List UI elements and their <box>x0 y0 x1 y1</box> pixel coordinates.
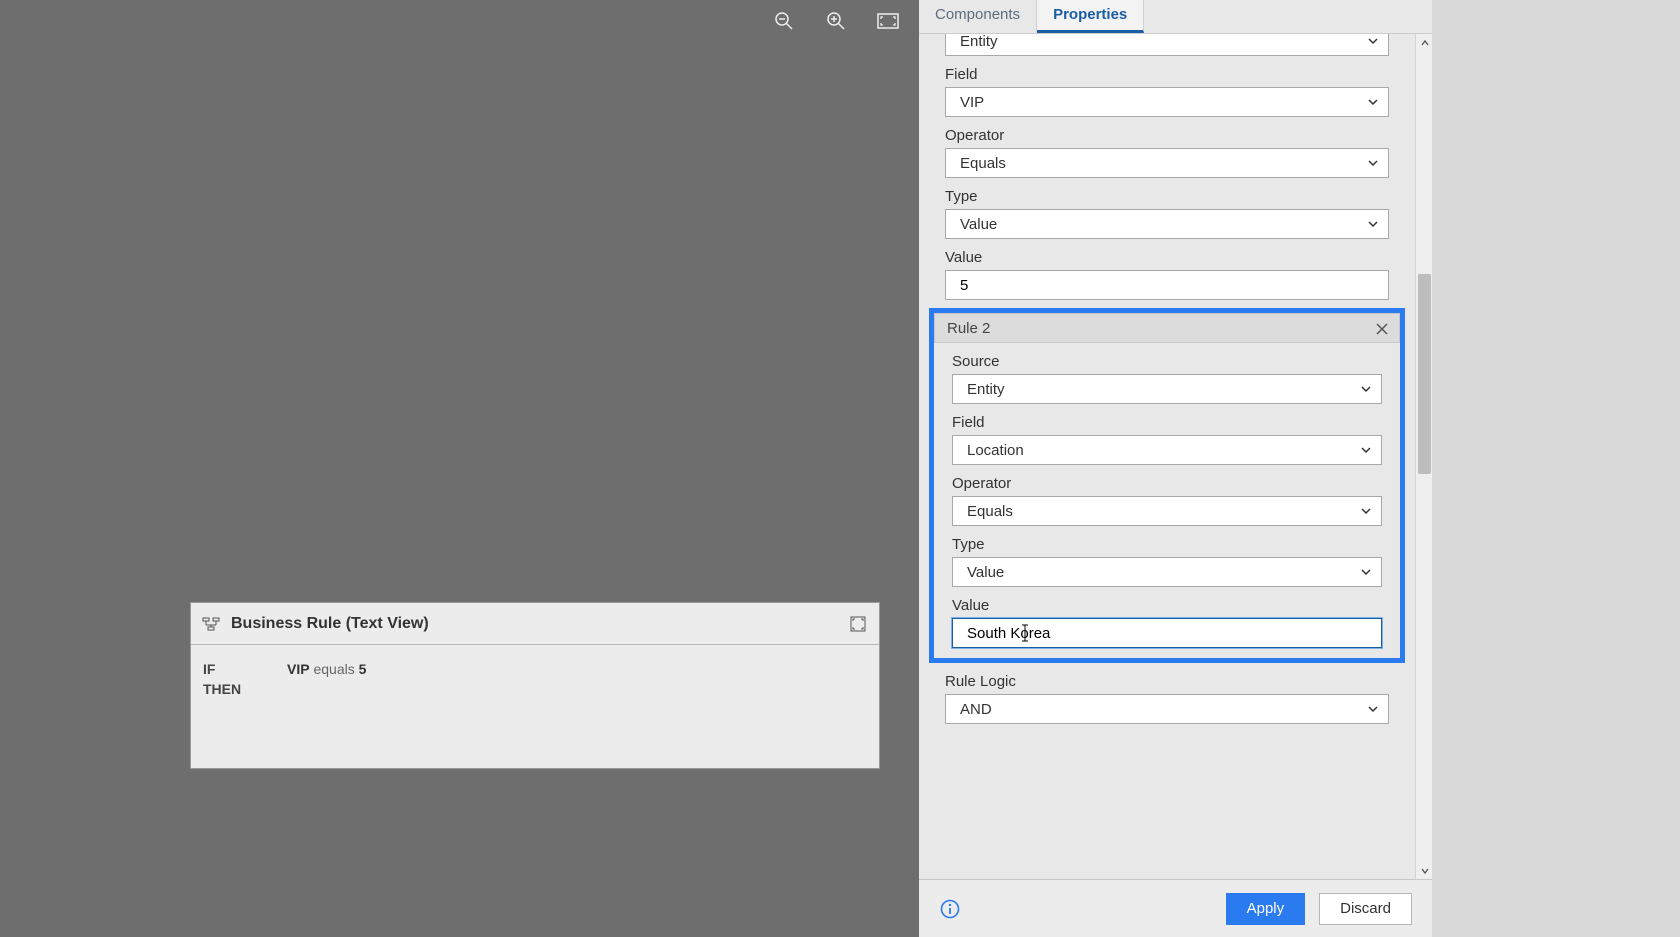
textview-title: Business Rule (Text View) <box>231 615 429 633</box>
textview-header: Business Rule (Text View) <box>191 603 879 645</box>
scroll-up-icon[interactable] <box>1416 34 1432 51</box>
chevron-down-icon <box>1366 702 1380 716</box>
vertical-scrollbar[interactable] <box>1415 34 1432 879</box>
rule1-operator-select[interactable]: Equals <box>945 148 1389 178</box>
rule1-source-value: Entity <box>960 34 998 50</box>
scroll-down-icon[interactable] <box>1416 862 1432 879</box>
rule2-header: Rule 2 <box>934 313 1400 343</box>
rule2-field-label: Field <box>952 414 1382 431</box>
chevron-down-icon <box>1366 156 1380 170</box>
fit-to-screen-icon[interactable] <box>875 8 901 34</box>
if-expression: VIP equals 5 <box>287 661 867 677</box>
rule2-operator-value: Equals <box>967 503 1013 520</box>
properties-scroll: Entity Field VIP Operator <box>919 34 1432 879</box>
rule2-type-value: Value <box>967 564 1004 581</box>
chevron-down-icon <box>1359 504 1373 518</box>
chevron-down-icon <box>1359 443 1373 457</box>
rule-logic-group: Rule Logic AND <box>919 671 1415 724</box>
rule2-field-select[interactable]: Location <box>952 435 1382 465</box>
zoom-in-icon[interactable] <box>823 8 849 34</box>
rule1-operator-label: Operator <box>945 127 1389 144</box>
rule-logic-value: AND <box>960 701 992 718</box>
rule1-operator-value: Equals <box>960 155 1006 172</box>
rule2-operator-select[interactable]: Equals <box>952 496 1382 526</box>
textview-body: IF VIP equals 5 THEN <box>191 645 879 717</box>
rule2-highlight: Rule 2 Source Entity <box>929 308 1405 663</box>
page-background <box>1432 0 1680 937</box>
rule1-value-text[interactable] <box>960 277 1362 294</box>
rule2-value-input[interactable] <box>952 618 1382 648</box>
rule2-field-value: Location <box>967 442 1024 459</box>
rule2-source-select[interactable]: Entity <box>952 374 1382 404</box>
scrollbar-thumb[interactable] <box>1418 274 1431 474</box>
tab-components[interactable]: Components <box>919 0 1037 33</box>
rule1-group: Entity Field VIP Operator <box>919 34 1415 300</box>
zoom-out-icon[interactable] <box>771 8 797 34</box>
rule1-source-select[interactable]: Entity <box>945 34 1389 56</box>
tabbar: Components Properties <box>919 0 1432 34</box>
rule1-field-value: VIP <box>960 94 984 111</box>
properties-footer: Apply Discard <box>919 879 1432 937</box>
if-keyword: IF <box>203 661 287 677</box>
rule2-source-label: Source <box>952 353 1382 370</box>
apply-button[interactable]: Apply <box>1226 893 1306 925</box>
rule2-group: Source Entity Field Location <box>934 353 1400 648</box>
info-icon[interactable] <box>939 898 961 920</box>
rule1-field-label: Field <box>945 66 1389 83</box>
rule1-type-select[interactable]: Value <box>945 209 1389 239</box>
rule2-source-value: Entity <box>967 381 1005 398</box>
rule2-operator-label: Operator <box>952 475 1382 492</box>
canvas-toolbar <box>771 8 901 34</box>
rule2-value-label: Value <box>952 597 1382 614</box>
rule1-field-select[interactable]: VIP <box>945 87 1389 117</box>
designer-canvas: Business Rule (Text View) IF VIP equals … <box>0 0 919 937</box>
tab-properties[interactable]: Properties <box>1037 0 1144 33</box>
then-keyword: THEN <box>203 681 287 697</box>
discard-button[interactable]: Discard <box>1319 893 1412 925</box>
chevron-down-icon <box>1366 34 1380 48</box>
side-panel: Components Properties Entity Field <box>919 0 1432 937</box>
rule1-value-label: Value <box>945 249 1389 266</box>
rule2-type-select[interactable]: Value <box>952 557 1382 587</box>
rule1-type-label: Type <box>945 188 1389 205</box>
close-icon[interactable] <box>1373 320 1391 338</box>
business-rule-textview: Business Rule (Text View) IF VIP equals … <box>190 602 880 769</box>
chevron-down-icon <box>1366 95 1380 109</box>
chevron-down-icon <box>1359 565 1373 579</box>
flow-icon <box>201 614 221 634</box>
rule2-title: Rule 2 <box>947 320 990 337</box>
chevron-down-icon <box>1359 382 1373 396</box>
rule1-type-value: Value <box>960 216 997 233</box>
rule-logic-label: Rule Logic <box>945 673 1389 690</box>
minimize-icon[interactable] <box>847 613 869 635</box>
rule2-value-text[interactable] <box>967 625 1355 642</box>
rule-logic-select[interactable]: AND <box>945 694 1389 724</box>
rule2-type-label: Type <box>952 536 1382 553</box>
rule1-value-input[interactable] <box>945 270 1389 300</box>
chevron-down-icon <box>1366 217 1380 231</box>
